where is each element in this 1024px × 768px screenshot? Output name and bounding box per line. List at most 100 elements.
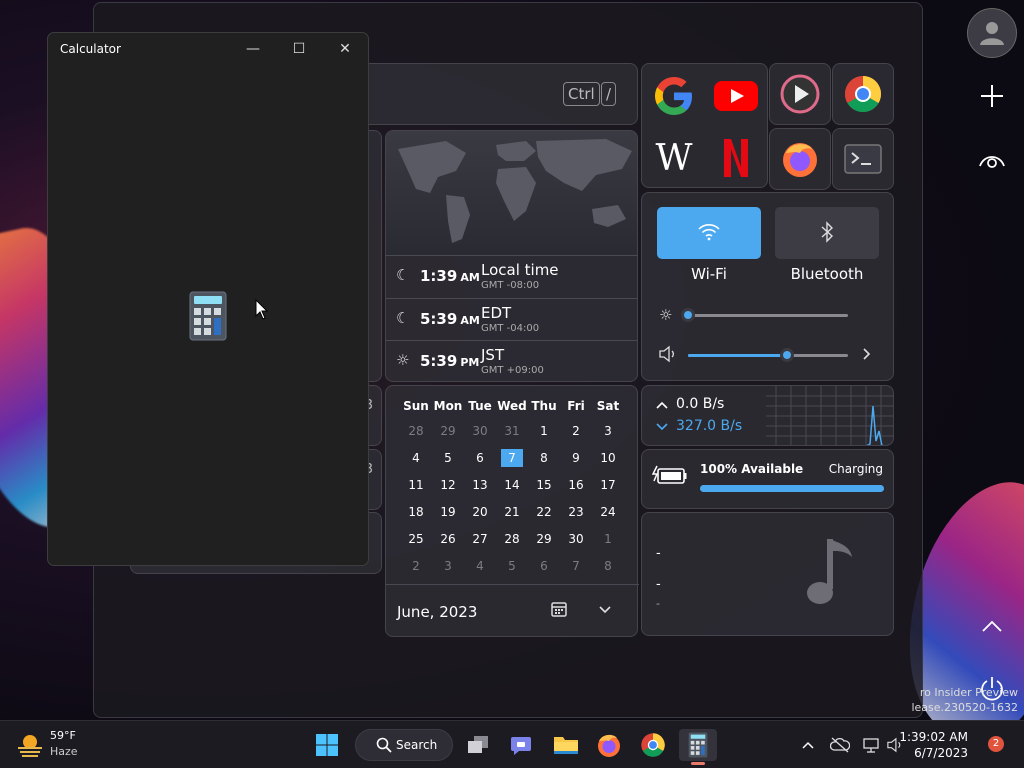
calendar-weekday-header: Thu xyxy=(531,399,557,413)
watermark-line1: ro Insider Preview xyxy=(919,686,1018,699)
brightness-slider-thumb[interactable] xyxy=(681,308,695,322)
calendar-day[interactable]: 13 xyxy=(469,476,491,494)
calendar-day[interactable]: 4 xyxy=(469,557,491,575)
window-title: Calculator xyxy=(60,42,121,56)
calendar-day[interactable]: 2 xyxy=(405,557,427,575)
calendar-day[interactable]: 12 xyxy=(437,476,459,494)
calendar-day[interactable]: 14 xyxy=(501,476,523,494)
bluetooth-toggle[interactable] xyxy=(775,207,879,259)
calendar-day[interactable]: 15 xyxy=(533,476,555,494)
google-icon[interactable] xyxy=(650,72,698,120)
calendar-day[interactable]: 3 xyxy=(597,422,619,440)
clock-row-edt: ☾ 5:39 AM EDT GMT -04:00 xyxy=(386,298,637,340)
brightness-slider-track xyxy=(688,314,848,317)
calendar-day[interactable]: 19 xyxy=(437,503,459,521)
calendar-day[interactable]: 1 xyxy=(533,422,555,440)
media-player-icon[interactable] xyxy=(776,70,824,118)
clock-tray[interactable]: 1:39:02 AM 6/7/2023 xyxy=(899,729,968,761)
clock-zone: EDT xyxy=(481,304,512,322)
weather-widget[interactable]: 59°F Haze xyxy=(12,727,112,763)
calendar-day[interactable]: 24 xyxy=(597,503,619,521)
wifi-toggle[interactable] xyxy=(657,207,761,259)
calendar-day[interactable]: 16 xyxy=(565,476,587,494)
wikipedia-icon[interactable]: W xyxy=(650,134,698,182)
task-view-icon xyxy=(468,736,488,753)
calendar-day[interactable]: 29 xyxy=(437,422,459,440)
media-player-link xyxy=(769,63,831,125)
calendar-day[interactable]: 7 xyxy=(501,449,523,467)
clock-row-local: ☾ 1:39 AM Local time GMT -08:00 xyxy=(386,255,637,297)
youtube-icon[interactable] xyxy=(712,72,760,120)
terminal-icon[interactable] xyxy=(839,135,887,183)
add-widget-button[interactable] xyxy=(976,80,1008,112)
calendar-day[interactable]: 6 xyxy=(469,449,491,467)
close-button[interactable]: ✕ xyxy=(322,33,368,65)
calendar-day[interactable]: 2 xyxy=(565,422,587,440)
calendar-day[interactable]: 21 xyxy=(501,503,523,521)
calendar-icon[interactable] xyxy=(549,599,569,623)
calendar-day[interactable]: 5 xyxy=(437,449,459,467)
view-button[interactable] xyxy=(976,144,1008,176)
show-hidden-icons-button[interactable] xyxy=(798,729,818,761)
maximize-button[interactable]: ☐ xyxy=(276,33,322,65)
chrome-icon[interactable] xyxy=(839,70,887,118)
active-indicator xyxy=(691,762,705,765)
file-explorer-button[interactable] xyxy=(550,729,582,761)
calculator-taskbar-button[interactable] xyxy=(679,729,717,765)
download-speed: 327.0 B/s xyxy=(676,418,743,434)
calendar-day[interactable]: 28 xyxy=(405,422,427,440)
calendar-day[interactable]: 27 xyxy=(469,530,491,548)
calendar-day[interactable]: 17 xyxy=(597,476,619,494)
notification-badge[interactable]: 2 xyxy=(988,736,1004,752)
chevron-down-icon[interactable] xyxy=(597,599,613,623)
onedrive-button[interactable] xyxy=(828,729,852,761)
start-button[interactable] xyxy=(311,729,343,761)
calendar-day[interactable]: 29 xyxy=(533,530,555,548)
calendar-day[interactable]: 30 xyxy=(469,422,491,440)
calendar-day[interactable]: 22 xyxy=(533,503,555,521)
network-tray-button[interactable] xyxy=(860,729,882,761)
scroll-up-button[interactable] xyxy=(976,610,1008,642)
weather-condition: Haze xyxy=(50,745,78,758)
calendar-day[interactable]: 10 xyxy=(597,449,619,467)
calendar-month-label: June, 2023 xyxy=(397,603,478,621)
calendar-day[interactable]: 7 xyxy=(565,557,587,575)
volume-icon[interactable] xyxy=(658,345,678,367)
calendar-weekday-header: Mon xyxy=(433,399,463,413)
calendar-day[interactable]: 4 xyxy=(405,449,427,467)
firefox-icon xyxy=(598,734,620,757)
chrome-taskbar-button[interactable] xyxy=(637,729,669,761)
calendar-day[interactable]: 6 xyxy=(533,557,555,575)
calendar-day[interactable]: 3 xyxy=(437,557,459,575)
calendar-day[interactable]: 26 xyxy=(437,530,459,548)
tray-date: 6/7/2023 xyxy=(914,746,968,760)
taskbar-search[interactable]: Search xyxy=(355,729,453,761)
netflix-icon[interactable] xyxy=(712,134,760,182)
teams-chat-button[interactable] xyxy=(505,729,537,761)
calendar-day[interactable]: 9 xyxy=(565,449,587,467)
user-avatar[interactable] xyxy=(967,8,1017,58)
calendar-day[interactable]: 5 xyxy=(501,557,523,575)
calendar-day[interactable]: 1 xyxy=(597,530,619,548)
calendar-day[interactable]: 20 xyxy=(469,503,491,521)
calendar-day[interactable]: 25 xyxy=(405,530,427,548)
calendar-day[interactable]: 18 xyxy=(405,503,427,521)
calendar-day[interactable]: 23 xyxy=(565,503,587,521)
calendar-day[interactable]: 8 xyxy=(533,449,555,467)
volume-slider-thumb[interactable] xyxy=(780,348,795,362)
music-title: - xyxy=(656,546,661,561)
calendar-day[interactable]: 31 xyxy=(501,422,523,440)
chevron-right-icon[interactable] xyxy=(861,345,873,367)
minimize-button[interactable]: — xyxy=(230,33,276,65)
calendar-day[interactable]: 28 xyxy=(501,530,523,548)
calculator-window[interactable]: Calculator — ☐ ✕ xyxy=(47,32,369,566)
calendar-day[interactable]: 11 xyxy=(405,476,427,494)
task-view-button[interactable] xyxy=(462,729,494,761)
terminal-link xyxy=(832,128,894,190)
firefox-taskbar-button[interactable] xyxy=(593,729,625,761)
battery-bar-fill xyxy=(700,485,884,492)
firefox-icon[interactable] xyxy=(776,135,824,183)
chrome-link xyxy=(832,63,894,125)
calendar-day[interactable]: 30 xyxy=(565,530,587,548)
calendar-day[interactable]: 8 xyxy=(597,557,619,575)
